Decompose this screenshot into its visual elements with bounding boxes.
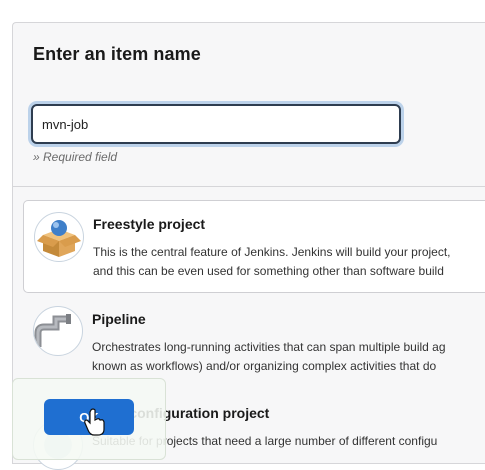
item-type-name: Freestyle project	[93, 216, 206, 232]
page-title: Enter an item name	[33, 44, 201, 64]
item-type-name: Pipeline	[92, 311, 146, 327]
item-type-pipeline[interactable]: Pipeline Orchestrates long-running activ…	[23, 296, 485, 380]
required-field-note: » Required field	[33, 150, 118, 164]
item-type-description: known as workflows) and/or organizing co…	[92, 359, 437, 373]
item-type-description: This is the central feature of Jenkins. …	[93, 245, 451, 259]
item-type-description: Orchestrates long-running activities tha…	[92, 340, 446, 354]
divider	[13, 186, 485, 187]
freestyle-project-icon	[34, 212, 84, 262]
item-name-input[interactable]	[31, 104, 401, 144]
hand-cursor-icon	[84, 408, 105, 436]
item-type-freestyle-project[interactable]: Freestyle project This is the central fe…	[23, 200, 485, 293]
pipeline-icon	[33, 306, 83, 356]
item-type-description: and this can be even used for something …	[93, 264, 444, 278]
